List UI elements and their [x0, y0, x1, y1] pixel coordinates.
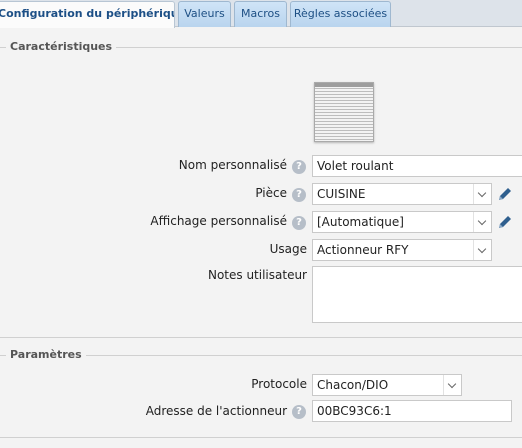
- tab-macros[interactable]: Macros: [234, 1, 287, 27]
- notes-label: Notes utilisateur: [207, 268, 307, 282]
- chevron-down-icon[interactable]: [473, 184, 491, 204]
- actuator-address-input[interactable]: 00BC93C6:1: [312, 400, 512, 422]
- notes-textarea[interactable]: [312, 266, 522, 323]
- usage-select[interactable]: Actionneur RFY: [312, 239, 492, 261]
- section-divider: [0, 337, 522, 338]
- roller-shutter-icon[interactable]: [314, 82, 374, 142]
- characteristics-legend: Caractéristiques: [6, 40, 117, 53]
- custom-display-select[interactable]: [Automatique]: [312, 211, 492, 233]
- protocol-select-value: Chacon/DIO: [317, 378, 389, 392]
- custom-display-value: [Automatique]: [317, 215, 404, 229]
- help-icon[interactable]: ?: [292, 216, 306, 230]
- custom-name-input[interactable]: Volet roulant: [312, 155, 522, 177]
- bottom-divider: [0, 437, 522, 438]
- chevron-down-icon[interactable]: [443, 375, 461, 395]
- chevron-down-icon[interactable]: [473, 212, 491, 232]
- tab-values[interactable]: Valeurs: [178, 1, 231, 27]
- parameters-legend: Paramètres: [6, 348, 86, 361]
- protocol-label: Protocole: [251, 377, 307, 391]
- help-icon[interactable]: ?: [292, 188, 306, 202]
- custom-name-label: Nom personnalisé: [178, 158, 287, 172]
- pencil-icon[interactable]: [496, 213, 514, 231]
- actuator-address-label: Adresse de l'actionneur: [145, 404, 287, 418]
- room-select[interactable]: CUISINE: [312, 183, 492, 205]
- room-label: Pièce: [255, 186, 287, 200]
- help-icon[interactable]: ?: [292, 160, 306, 174]
- usage-select-value: Actionneur RFY: [317, 243, 409, 257]
- chevron-down-icon[interactable]: [473, 240, 491, 260]
- usage-label: Usage: [269, 242, 307, 256]
- custom-display-label: Affichage personnalisé: [150, 214, 287, 228]
- pencil-icon[interactable]: [496, 185, 514, 203]
- tab-bar: Configuration du périphérique Valeurs Ma…: [0, 0, 522, 28]
- help-icon[interactable]: ?: [292, 405, 306, 419]
- protocol-select[interactable]: Chacon/DIO: [312, 374, 462, 396]
- room-select-value: CUISINE: [317, 187, 366, 201]
- tab-associated-rules[interactable]: Règles associées: [290, 1, 391, 27]
- tab-configuration[interactable]: Configuration du périphérique: [0, 1, 175, 28]
